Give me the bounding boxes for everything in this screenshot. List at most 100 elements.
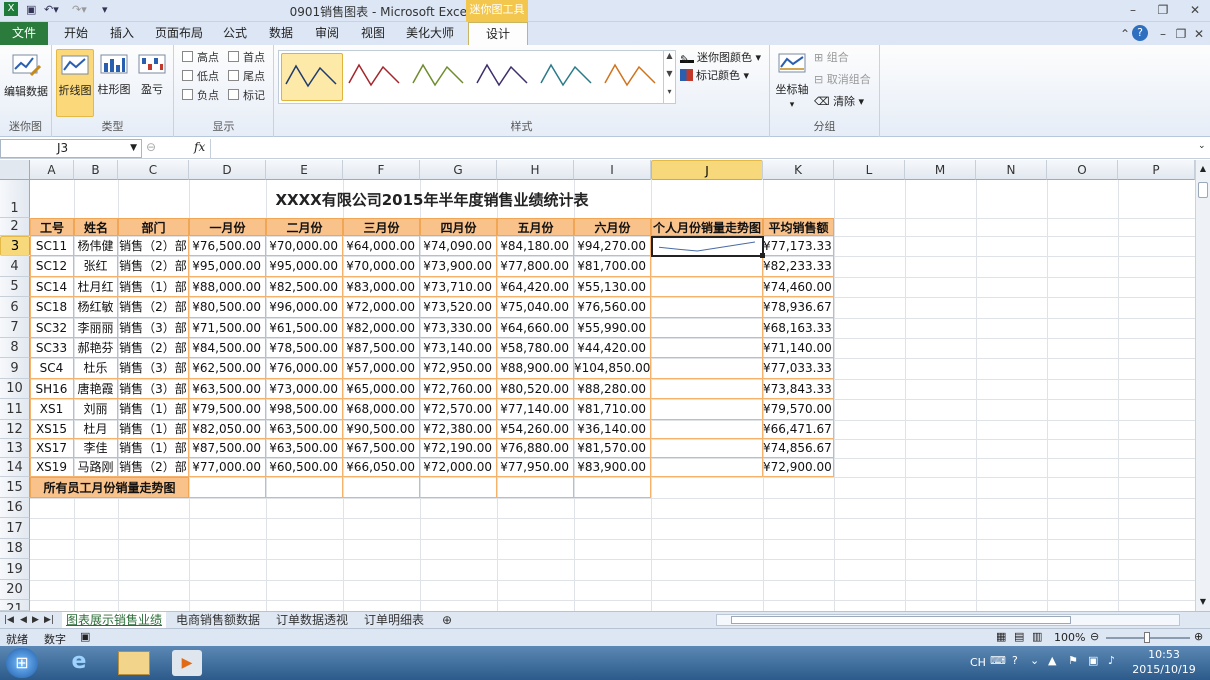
table-cell[interactable]: XS15 (30, 420, 74, 439)
table-cell[interactable] (651, 399, 763, 420)
table-cell[interactable]: ¥73,900.00 (420, 256, 497, 277)
table-cell[interactable]: ¥72,950.00 (420, 358, 497, 379)
macro-record-icon[interactable]: ▣ (80, 630, 90, 643)
action-center-flag-icon[interactable]: ⚑ (1068, 654, 1078, 667)
table-cell[interactable] (651, 379, 763, 399)
table-cell[interactable]: 销售（2）部 (118, 338, 189, 358)
name-box[interactable]: J3 ▼ (0, 139, 142, 158)
tab-view[interactable]: 视图 (352, 22, 394, 45)
table-cell[interactable]: ¥68,000.00 (343, 399, 420, 420)
table-cell[interactable]: ¥77,140.00 (497, 399, 574, 420)
formula-splitter-icon[interactable]: ⊖ (146, 140, 156, 154)
footer-sparkline-cell[interactable] (420, 477, 497, 498)
insert-function-icon[interactable]: fx (194, 140, 205, 154)
table-header-cell[interactable]: 五月份 (497, 218, 574, 236)
col-header-I[interactable]: I (574, 160, 651, 180)
volume-icon[interactable]: ♪ (1108, 654, 1115, 667)
col-header-C[interactable]: C (118, 160, 189, 180)
table-cell[interactable]: ¥68,163.33 (763, 318, 834, 338)
col-header-N[interactable]: N (976, 160, 1047, 180)
table-cell[interactable] (651, 358, 763, 379)
sheet-tab-2[interactable]: 电商销售额数据 (176, 612, 260, 628)
table-cell[interactable]: 杜月红 (74, 277, 118, 297)
table-cell[interactable]: 杨伟健 (74, 236, 118, 256)
table-cell[interactable]: 销售（2）部 (118, 236, 189, 256)
table-cell[interactable]: ¥79,570.00 (763, 399, 834, 420)
table-cell[interactable]: ¥88,000.00 (189, 277, 266, 297)
zoom-out-icon[interactable]: ⊖ (1090, 630, 1099, 643)
markers-checkbox[interactable]: 标记 (228, 88, 265, 104)
table-cell[interactable]: 郝艳芬 (74, 338, 118, 358)
table-cell[interactable]: ¥72,000.00 (420, 458, 497, 477)
table-header-cell[interactable]: 二月份 (266, 218, 343, 236)
folder-icon[interactable] (118, 651, 150, 675)
footer-sparkline-cell[interactable] (343, 477, 420, 498)
table-cell[interactable]: ¥70,000.00 (266, 236, 343, 256)
table-cell[interactable]: ¥87,500.00 (189, 439, 266, 458)
table-cell[interactable]: ¥84,180.00 (497, 236, 574, 256)
tab-nav-first-icon[interactable]: |◀ (4, 612, 14, 628)
table-cell[interactable]: ¥94,270.00 (574, 236, 651, 256)
row-header-19[interactable]: 19 (0, 559, 30, 580)
table-header-cell[interactable]: 三月份 (343, 218, 420, 236)
table-header-cell[interactable]: 个人月份销量走势图 (651, 218, 763, 236)
page-layout-view-icon[interactable]: ▤ (1014, 630, 1024, 643)
col-header-P[interactable]: P (1118, 160, 1195, 180)
col-header-A[interactable]: A (30, 160, 74, 180)
row-header-13[interactable]: 13 (0, 439, 30, 458)
row-header-16[interactable]: 16 (0, 498, 30, 518)
table-cell[interactable]: ¥76,880.00 (497, 439, 574, 458)
table-cell[interactable]: ¥76,500.00 (189, 236, 266, 256)
row-header-4[interactable]: 4 (0, 256, 30, 277)
row-header-9[interactable]: 9 (0, 358, 30, 379)
style-option-3[interactable] (409, 53, 471, 101)
gallery-down-icon[interactable]: ▼ (663, 69, 675, 87)
row-header-10[interactable]: 10 (0, 379, 30, 399)
table-header-cell[interactable]: 平均销售额 (763, 218, 834, 236)
table-cell[interactable]: ¥82,233.33 (763, 256, 834, 277)
table-cell[interactable]: 销售（2）部 (118, 297, 189, 318)
vertical-scrollbar[interactable]: ▲ ▼ (1195, 160, 1210, 611)
row-header-11[interactable]: 11 (0, 399, 30, 420)
row-header-20[interactable]: 20 (0, 580, 30, 600)
table-cell[interactable]: SC12 (30, 256, 74, 277)
table-cell[interactable]: ¥62,500.00 (189, 358, 266, 379)
table-cell[interactable]: ¥75,040.00 (497, 297, 574, 318)
table-cell[interactable]: ¥77,033.33 (763, 358, 834, 379)
table-cell[interactable]: ¥73,843.33 (763, 379, 834, 399)
name-box-dropdown-icon[interactable]: ▼ (130, 140, 137, 157)
sparkline-color-button[interactable]: ✎ 迷你图颜色 ▾ (680, 49, 761, 67)
axis-button[interactable]: 坐标轴 ▾ (772, 49, 812, 110)
col-header-E[interactable]: E (266, 160, 343, 180)
table-cell[interactable]: ¥44,420.00 (574, 338, 651, 358)
table-cell[interactable]: 李佳 (74, 439, 118, 458)
row-header-15[interactable]: 15 (0, 477, 30, 498)
file-tab[interactable]: 文件 (0, 22, 48, 45)
table-cell[interactable] (651, 297, 763, 318)
tab-data[interactable]: 数据 (260, 22, 302, 45)
table-cell[interactable]: XS17 (30, 439, 74, 458)
row-header-5[interactable]: 5 (0, 277, 30, 297)
row-header-21[interactable]: 21 (0, 600, 30, 611)
sheet-tab-3[interactable]: 订单数据透视 (276, 612, 348, 628)
row-header-3[interactable]: 3 (0, 236, 30, 256)
style-option-6[interactable] (601, 53, 663, 101)
col-header-D[interactable]: D (189, 160, 266, 180)
clear-button[interactable]: ⌫ 清除 ▾ (814, 93, 864, 111)
table-cell[interactable]: 销售（1）部 (118, 277, 189, 297)
start-button-icon[interactable]: ⊞ (6, 648, 38, 678)
table-header-cell[interactable]: 四月份 (420, 218, 497, 236)
footer-sparkline-cell[interactable] (189, 477, 266, 498)
table-cell[interactable]: ¥72,190.00 (420, 439, 497, 458)
col-header-G[interactable]: G (420, 160, 497, 180)
col-header-B[interactable]: B (74, 160, 118, 180)
footer-sparkline-cell[interactable] (497, 477, 574, 498)
table-cell[interactable] (651, 318, 763, 338)
table-cell[interactable]: 销售（1）部 (118, 439, 189, 458)
formula-input[interactable] (210, 139, 1194, 158)
table-cell[interactable]: ¥83,900.00 (574, 458, 651, 477)
scroll-thumb[interactable] (1198, 182, 1208, 198)
table-cell[interactable]: ¥77,800.00 (497, 256, 574, 277)
table-cell[interactable]: ¥95,000.00 (189, 256, 266, 277)
table-cell[interactable]: ¥72,380.00 (420, 420, 497, 439)
